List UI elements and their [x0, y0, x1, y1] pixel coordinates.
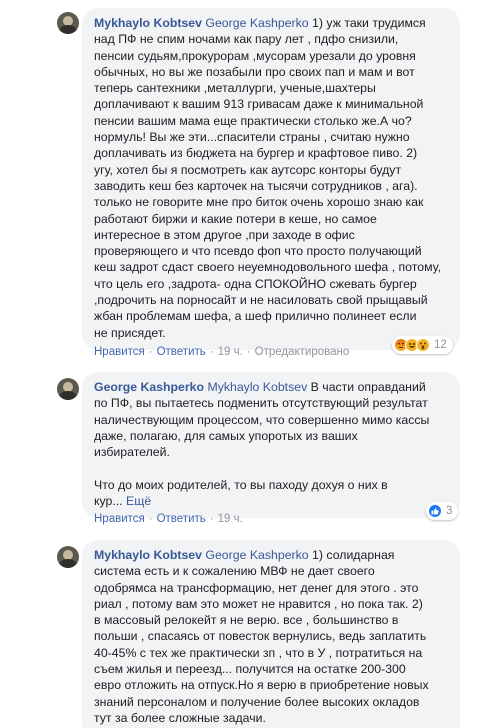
- comment-author[interactable]: George Kashperko: [94, 380, 204, 394]
- comment-bubble: George Kashperko Mykhaylo Kobtsev В част…: [82, 372, 460, 519]
- comment-time[interactable]: 19 ч.: [218, 346, 243, 358]
- reactions-summary[interactable]: 12: [392, 336, 453, 354]
- comment-mention[interactable]: George Kashperko: [205, 16, 308, 30]
- avatar[interactable]: [57, 546, 79, 568]
- reply-link[interactable]: Ответить: [157, 346, 206, 358]
- comment-bubble: Mykhaylo Kobtsev George Kashperko 1) уж …: [82, 8, 460, 350]
- comment-actions: Нравится · Ответить · 19 ч. · Отредактировано: [94, 346, 350, 358]
- comment-mention[interactable]: George Kashperko: [205, 548, 308, 562]
- reaction-count: 3: [446, 505, 453, 517]
- like-link[interactable]: Нравится: [94, 513, 145, 525]
- comment-bubble: Mykhaylo Kobtsev George Kashperko 1) сол…: [82, 540, 460, 728]
- like-icon: [428, 504, 442, 518]
- comment-time[interactable]: 19 ч.: [218, 513, 243, 525]
- comment-author[interactable]: Mykhaylo Kobtsev: [94, 548, 202, 562]
- avatar[interactable]: [57, 12, 79, 34]
- see-more-link[interactable]: Ещё: [126, 494, 151, 508]
- avatar[interactable]: [57, 378, 79, 400]
- reactions-summary[interactable]: 3: [426, 502, 459, 520]
- comment-actions: Нравится · Ответить · 19 ч.: [94, 513, 243, 525]
- like-link[interactable]: Нравится: [94, 346, 145, 358]
- comment-mention[interactable]: Mykhaylo Kobtsev: [207, 380, 307, 394]
- comment-author[interactable]: Mykhaylo Kobtsev: [94, 16, 202, 30]
- reaction-count: 12: [434, 339, 447, 351]
- reply-link[interactable]: Ответить: [157, 513, 206, 525]
- wow-icon: [416, 338, 430, 352]
- comment-text: 1) уж таки трудимся над ПФ не спим ночам…: [94, 16, 442, 340]
- edited-label[interactable]: Отредактировано: [255, 346, 350, 358]
- comment-text: 1) солидарная система есть и к сожалению…: [94, 548, 429, 725]
- comment-text: В части оправданий по ПФ, вы пытаетесь п…: [94, 380, 430, 509]
